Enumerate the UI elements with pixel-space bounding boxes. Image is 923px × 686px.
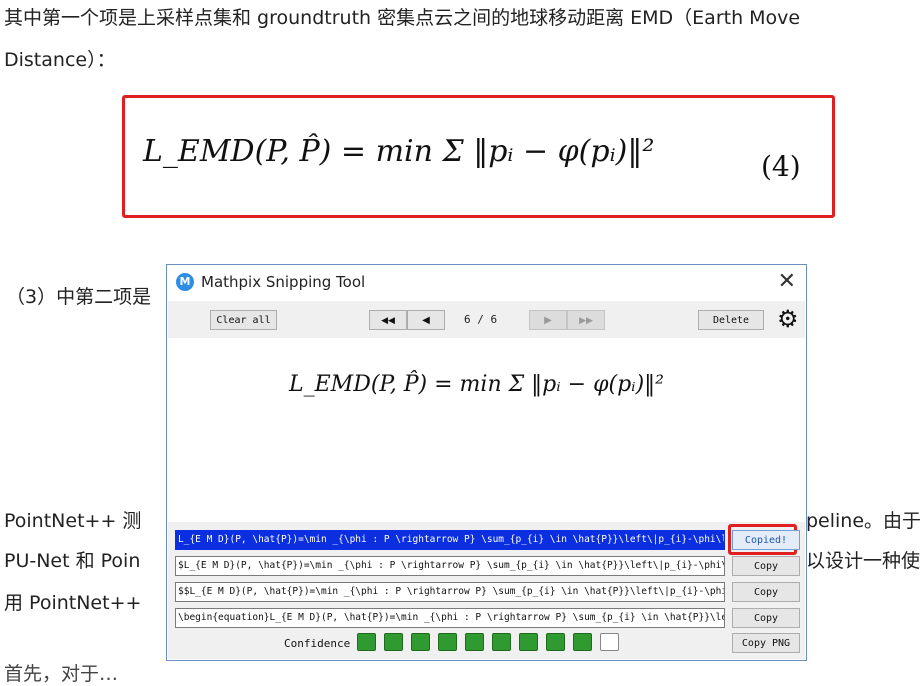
confidence-cell-filled [546, 633, 565, 651]
gear-icon[interactable]: ⚙ [777, 305, 799, 333]
last-page-button[interactable]: ▶▶ [567, 310, 605, 330]
article-line-4-right: peline。由于 [806, 510, 922, 532]
confidence-cell-filled [438, 633, 457, 651]
confidence-cell-filled [384, 633, 403, 651]
clear-all-button[interactable]: Clear all [210, 310, 277, 330]
confidence-cell-filled [492, 633, 511, 651]
article-line-3: （3）中第二项是 [6, 286, 152, 308]
toolbar: Clear all ◀◀ ◀ 6 / 6 ▶ ▶▶ Delete ⚙ [168, 301, 805, 338]
article-line-7: 首先，对于… [4, 663, 119, 685]
delete-button[interactable]: Delete [698, 310, 764, 330]
close-icon[interactable]: ✕ [778, 269, 796, 294]
title-bar[interactable]: M Mathpix Snipping Tool ✕ [167, 265, 806, 301]
article-line-6: 用 PointNet++ [4, 592, 142, 614]
confidence-cell-filled [411, 633, 430, 651]
equation-env-field[interactable]: \begin{equation}L_{E M D}(P, \hat{P})=\m… [175, 608, 725, 628]
first-page-button[interactable]: ◀◀ [369, 310, 407, 330]
confidence-cell-filled [519, 633, 538, 651]
mathpix-logo-icon: M [176, 273, 194, 291]
copy-button[interactable]: Copy [732, 582, 800, 602]
results-panel: L_{E M D}(P, \hat{P})=\min _{\phi : P \r… [168, 522, 805, 659]
article-line-5-right: 以设计一种使 [806, 550, 921, 572]
equation-number: (4) [761, 150, 801, 183]
inline-latex-field[interactable]: $L_{E M D}(P, \hat{P})=\min _{\phi : P \… [175, 556, 725, 576]
article-equation: L_EMD(P, P̂) = min Σ ‖pᵢ − φ(pᵢ)‖² [143, 134, 655, 169]
copied-button[interactable]: Copied! [732, 530, 800, 550]
page-indicator: 6 / 6 [464, 313, 498, 326]
article-line-5: PU-Net 和 Poin [4, 550, 141, 572]
confidence-cell-empty [600, 633, 619, 651]
copy-png-button[interactable]: Copy PNG [732, 633, 800, 653]
copy-button[interactable]: Copy [732, 556, 800, 576]
confidence-cell-filled [573, 633, 592, 651]
confidence-cell-filled [357, 633, 376, 651]
confidence-label: Confidence [284, 637, 351, 650]
article-line-2: Distance）： [4, 49, 116, 71]
copy-button[interactable]: Copy [732, 608, 800, 628]
rendered-preview: L_EMD(P, P̂) = min Σ ‖pᵢ − φ(pᵢ)‖² [168, 338, 805, 522]
previous-page-button[interactable]: ◀ [407, 310, 445, 330]
article-equation-box: L_EMD(P, P̂) = min Σ ‖pᵢ − φ(pᵢ)‖² (4) [122, 95, 835, 218]
confidence-cell-filled [465, 633, 484, 651]
display-latex-field[interactable]: $$L_{E M D}(P, \hat{P})=\min _{\phi : P … [175, 582, 725, 602]
rendered-equation: L_EMD(P, P̂) = min Σ ‖pᵢ − φ(pᵢ)‖² [289, 372, 664, 397]
article-line-1: 其中第一个项是上采样点集和 groundtruth 密集点云之间的地球移动距离 … [4, 7, 801, 29]
latex-result-field[interactable]: L_{E M D}(P, \hat{P})=\min _{\phi : P \r… [175, 530, 725, 550]
next-page-button[interactable]: ▶ [529, 310, 567, 330]
mathpix-window: M Mathpix Snipping Tool ✕ Clear all ◀◀ ◀… [166, 264, 807, 661]
article-line-4: PointNet++ 测 [4, 510, 142, 532]
window-title: Mathpix Snipping Tool [201, 273, 366, 291]
